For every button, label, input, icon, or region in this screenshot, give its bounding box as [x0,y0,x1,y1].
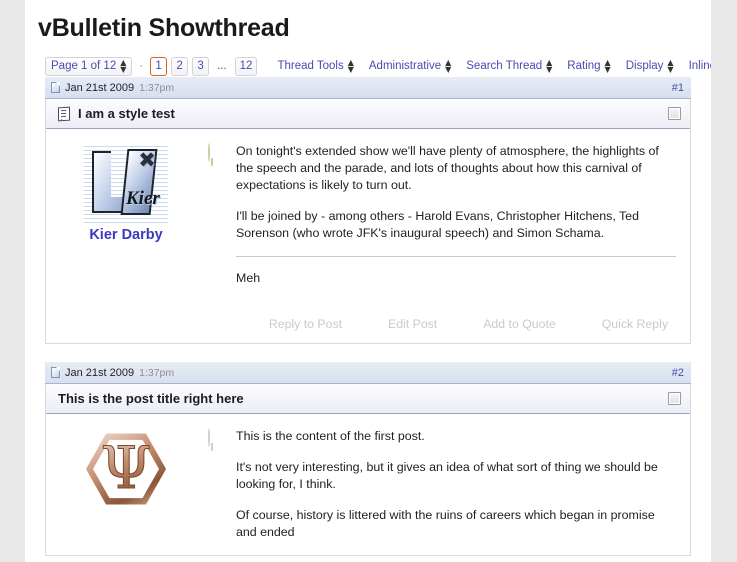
menu-inline-mod[interactable]: Inline Mod ▲▼ [689,59,711,73]
chevron-updown-icon: ▲ ▼ [347,58,354,74]
quick-reply-button[interactable]: Quick Reply [602,317,668,331]
post-1-collapse-button[interactable] [668,107,681,120]
post-1-userinfo: ✖ Kier Kier Darby [46,143,206,301]
post-2-paragraph-2: It's not very interesting, but it gives … [236,460,658,491]
menu-display-label: Display [625,60,664,72]
menu-administrative[interactable]: Administrative ▲ ▼ [368,58,452,74]
menu-rating-label: Rating [567,60,601,72]
post-1-actions: Reply to Post Edit Post Add to Quote Qui… [46,301,690,343]
page-title: vBulletin Showthread [38,14,290,42]
post-1-number[interactable]: #1 [672,82,684,94]
post-1: Jan 21st 2009 1:37pm #1 I am a style tes… [25,77,711,344]
post-2-icon-column [206,428,236,555]
post-1-time: 1:37pm [139,81,175,94]
post-2-header-left: Jan 21st 2009 1:37pm [51,367,174,379]
avatar[interactable]: Ψ [82,430,170,512]
menu-search-thread-label: Search Thread [466,60,543,72]
post-1-body: ✖ Kier Kier Darby On tonight's extended … [46,129,690,301]
page-selector-dropdown[interactable]: Page 1 of 12 ▲ ▼ [45,56,133,76]
psi-symbol-icon: Ψ [82,436,170,501]
post-icon-smiley [208,143,210,162]
post-2-collapse-button[interactable] [668,392,681,405]
menu-inline-mod-label: Inline Mod [688,60,711,72]
post-2-body: Ψ This is the content of the first post.… [46,414,690,555]
signature-separator [236,256,676,257]
chevron-updown-icon: ▲ ▼ [445,58,452,74]
post-1-title: I am a style test [78,106,175,121]
post-icon-smiley [208,428,210,447]
toolbar-menus: Thread Tools ▲ ▼ Administrative ▲ ▼ Search… [277,58,711,74]
post-2-time: 1:37pm [139,366,175,379]
reply-to-post-button[interactable]: Reply to Post [269,317,342,331]
post-1-signature: Meh [236,271,261,285]
post-2-date: Jan 21st 2009 [65,366,135,379]
post-title-document-icon [58,106,70,121]
post-2-paragraph-1: This is the content of the first post. [236,429,425,443]
post-2-username[interactable] [46,516,206,530]
avatar[interactable]: ✖ Kier [84,145,168,223]
post-status-icon [51,367,60,378]
post-1-date: Jan 21st 2009 [65,81,135,94]
menu-display[interactable]: Display ▲ ▼ [625,58,674,74]
post-1-icon-column [206,143,236,301]
post-status-icon [51,82,60,93]
post-2-paragraph-3: Of course, history is littered with the … [236,508,655,539]
menu-rating[interactable]: Rating ▲ ▼ [567,58,611,74]
pagination-separator: · [139,60,144,72]
post-1-header: Jan 21st 2009 1:37pm #1 [45,77,691,99]
page-link-1[interactable]: 1 [150,56,168,76]
post-1-title-bar: I am a style test [46,99,690,129]
post-2-userinfo: Ψ [46,428,206,555]
edit-post-button[interactable]: Edit Post [388,317,437,331]
post-2-box: This is the post title right here Ψ This… [45,384,691,556]
post-2-message-column: This is the content of the first post. I… [206,428,690,555]
avatar-kier-text: Kier [126,188,160,209]
post-1-message-column: On tonight's extended show we'll have pl… [206,143,690,301]
menu-search-thread[interactable]: Search Thread ▲ ▼ [466,58,553,74]
post-2-number[interactable]: #2 [672,367,684,379]
post-1-username[interactable]: Kier Darby [46,227,206,243]
chevron-updown-icon: ▲ ▼ [604,58,611,74]
post-1-title-left: I am a style test [58,106,175,121]
post-1-paragraph-1: On tonight's extended show we'll have pl… [236,144,659,192]
post-1-message: On tonight's extended show we'll have pl… [236,143,676,301]
page-link-2[interactable]: 2 [171,56,189,76]
post-2-message: This is the content of the first post. I… [236,428,676,555]
page-selector-label: Page 1 of 12 [51,60,117,72]
page-ellipsis: ... [217,60,227,72]
chevron-updown-icon: ▲ ▼ [120,58,127,74]
post-2-header: Jan 21st 2009 1:37pm #2 [45,362,691,384]
chevron-updown-icon: ▲ ▼ [667,58,674,74]
post-2-title-left: This is the post title right here [58,391,244,406]
post-2-title: This is the post title right here [58,391,244,406]
add-to-quote-button[interactable]: Add to Quote [483,317,555,331]
post-2-title-bar: This is the post title right here [46,384,690,414]
post-2: Jan 21st 2009 1:37pm #2 This is the post… [25,362,711,556]
menu-administrative-label: Administrative [368,60,442,72]
page-link-3[interactable]: 3 [192,56,210,76]
page-container: vBulletin Showthread Page 1 of 12 ▲ ▼ · 1… [25,0,711,562]
wrench-icon: ✖ [138,148,156,172]
pagination: Page 1 of 12 ▲ ▼ · 1 2 3 ... 12 [45,56,258,76]
menu-thread-tools-label: Thread Tools [277,60,344,72]
page-link-12[interactable]: 12 [234,56,258,76]
thread-toolbar: Page 1 of 12 ▲ ▼ · 1 2 3 ... 12 Thread To… [25,43,711,77]
post-1-paragraph-2: I'll be joined by - among others - Harol… [236,209,639,240]
post-1-header-left: Jan 21st 2009 1:37pm [51,82,174,94]
chevron-updown-icon: ▲ ▼ [546,58,553,74]
post-spacer [25,344,711,362]
post-1-box: I am a style test ✖ Kier Kier Darby On t… [45,99,691,344]
menu-thread-tools[interactable]: Thread Tools ▲ ▼ [277,58,354,74]
